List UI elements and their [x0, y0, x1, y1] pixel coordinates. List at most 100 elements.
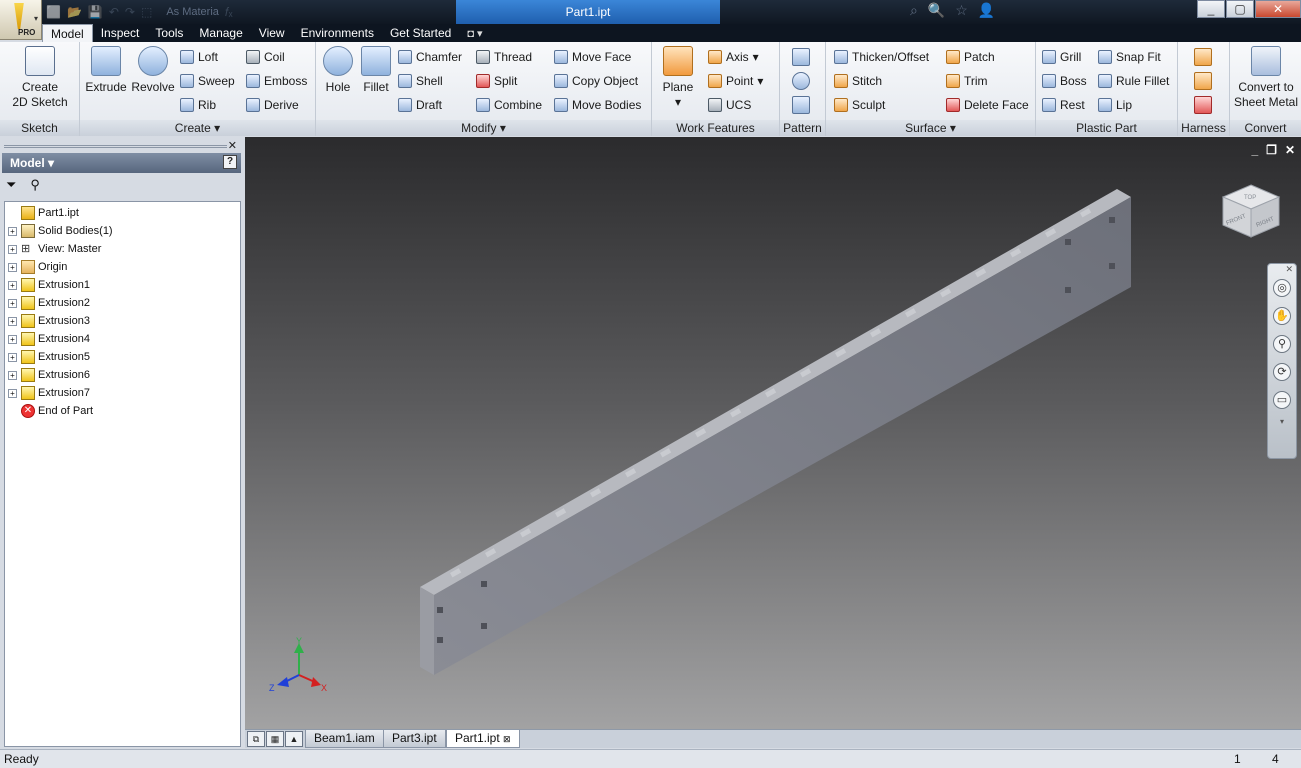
- boss-button[interactable]: Boss: [1042, 71, 1087, 91]
- copy-object-button[interactable]: Copy Object: [554, 71, 638, 91]
- search-icon[interactable]: 🔍: [928, 2, 945, 19]
- undo-icon[interactable]: ↶: [109, 5, 119, 19]
- expand-icon[interactable]: +: [8, 388, 17, 398]
- thicken-offset-button[interactable]: Thicken/Offset: [834, 47, 929, 67]
- expand-icon[interactable]: +: [8, 262, 17, 272]
- extrude-button[interactable]: Extrude: [84, 46, 128, 95]
- navbar-close-icon[interactable]: ✕: [1268, 264, 1296, 275]
- panel-label-modify[interactable]: Modify ▾: [316, 120, 651, 136]
- doc-tab-part1[interactable]: Part1.ipt ⊠: [446, 730, 520, 748]
- create-2d-sketch-button[interactable]: Create 2D Sketch: [8, 46, 72, 110]
- binoculars-icon[interactable]: ⌕: [910, 2, 918, 19]
- pan-icon[interactable]: ✋: [1273, 307, 1291, 325]
- tree-node-extrusion3[interactable]: + Extrusion3: [5, 312, 240, 330]
- patch-button[interactable]: Patch: [946, 47, 995, 67]
- browser-close-icon[interactable]: ✕: [228, 139, 237, 152]
- tree-node-extrusion6[interactable]: + Extrusion6: [5, 366, 240, 384]
- tab-get-started[interactable]: Get Started: [382, 24, 459, 42]
- split-button[interactable]: Split: [476, 71, 517, 91]
- tree-node-origin[interactable]: + Origin: [5, 258, 240, 276]
- browser-grip[interactable]: [4, 145, 227, 148]
- expand-icon[interactable]: +: [8, 280, 17, 290]
- tile-windows-icon[interactable]: ▦: [266, 731, 284, 747]
- coil-button[interactable]: Coil: [246, 47, 285, 67]
- fx-icon[interactable]: 𝑓ₓ: [225, 5, 233, 20]
- tab-manage[interactable]: Manage: [191, 24, 250, 42]
- derive-button[interactable]: Derive: [246, 95, 299, 115]
- snap-fit-button[interactable]: Snap Fit: [1098, 47, 1161, 67]
- ribbon-toggle-icon[interactable]: ◘ ▾: [467, 27, 482, 40]
- save-icon[interactable]: 💾: [88, 5, 103, 19]
- tree-node-view-master[interactable]: + ⊞ View: Master: [5, 240, 240, 258]
- tree-node-extrusion1[interactable]: + Extrusion1: [5, 276, 240, 294]
- shell-button[interactable]: Shell: [398, 71, 443, 91]
- beam-part[interactable]: [420, 189, 1131, 675]
- tree-node-end-of-part[interactable]: ✕ End of Part: [5, 402, 240, 420]
- sweep-button[interactable]: Sweep: [180, 71, 235, 91]
- revolve-button[interactable]: Revolve: [130, 46, 176, 95]
- tree-node-extrusion5[interactable]: + Extrusion5: [5, 348, 240, 366]
- expand-icon[interactable]: +: [8, 316, 17, 326]
- plane-button[interactable]: Plane ▾: [658, 46, 698, 110]
- grill-button[interactable]: Grill: [1042, 47, 1081, 67]
- tab-environments[interactable]: Environments: [293, 24, 382, 42]
- application-menu-button[interactable]: PRO ▾: [0, 0, 42, 40]
- open-icon[interactable]: 📂: [67, 5, 82, 19]
- axis-button[interactable]: Axis ▾: [708, 47, 759, 67]
- fillet-button[interactable]: Fillet: [358, 46, 394, 95]
- new-icon[interactable]: ⬜: [46, 5, 61, 19]
- harness-button-3[interactable]: [1194, 95, 1212, 115]
- tree-node-solid-bodies[interactable]: + Solid Bodies(1): [5, 222, 240, 240]
- tab-tools[interactable]: Tools: [147, 24, 191, 42]
- tree-node-extrusion2[interactable]: + Extrusion2: [5, 294, 240, 312]
- convert-to-sheet-metal-button[interactable]: Convert to Sheet Metal: [1232, 46, 1300, 110]
- tree-node-extrusion7[interactable]: + Extrusion7: [5, 384, 240, 402]
- doc-tab-beam1[interactable]: Beam1.iam: [305, 730, 384, 748]
- graphics-window[interactable]: _ ❐ ✕ TOP FRONT RIGHT ✕ ◎ ✋ ⚲ ⟳ ▭ ▾ Y X …: [245, 137, 1301, 729]
- tree-node-part[interactable]: Part1.ipt: [5, 204, 240, 222]
- rest-button[interactable]: Rest: [1042, 95, 1085, 115]
- tab-close-icon[interactable]: ⊠: [503, 734, 511, 744]
- rib-button[interactable]: Rib: [180, 95, 216, 115]
- emboss-button[interactable]: Emboss: [246, 71, 307, 91]
- harness-button-2[interactable]: [1194, 71, 1212, 91]
- tree-node-extrusion4[interactable]: + Extrusion4: [5, 330, 240, 348]
- steering-wheel-icon[interactable]: ◎: [1273, 279, 1291, 297]
- combine-button[interactable]: Combine: [476, 95, 542, 115]
- material-dropdown[interactable]: As Materia: [166, 6, 219, 18]
- tab-model[interactable]: Model: [42, 24, 93, 42]
- expand-icon[interactable]: +: [8, 226, 17, 236]
- filter-icon[interactable]: ⏷: [6, 177, 16, 193]
- move-face-button[interactable]: Move Face: [554, 47, 631, 67]
- scroll-up-icon[interactable]: ▲: [285, 731, 303, 747]
- expand-icon[interactable]: +: [8, 244, 17, 254]
- doc-tab-part3[interactable]: Part3.ipt: [383, 730, 446, 748]
- move-bodies-button[interactable]: Move Bodies: [554, 95, 641, 115]
- orbit-icon[interactable]: ⟳: [1273, 363, 1291, 381]
- expand-icon[interactable]: +: [8, 298, 17, 308]
- maximize-button[interactable]: ▢: [1226, 0, 1254, 18]
- find-icon[interactable]: ⚲: [30, 177, 40, 193]
- help-icon[interactable]: ?: [223, 155, 237, 169]
- close-button[interactable]: ✕: [1255, 0, 1301, 18]
- browser-header[interactable]: Model ▾ ?: [2, 153, 241, 173]
- ucs-button[interactable]: UCS: [708, 95, 751, 115]
- expand-icon[interactable]: +: [8, 334, 17, 344]
- panel-label-create[interactable]: Create ▾: [80, 120, 315, 136]
- rule-fillet-button[interactable]: Rule Fillet: [1098, 71, 1169, 91]
- tab-view[interactable]: View: [251, 24, 293, 42]
- viewcube[interactable]: TOP FRONT RIGHT: [1221, 183, 1281, 239]
- harness-button-1[interactable]: [1194, 47, 1212, 67]
- select-icon[interactable]: ⬚: [141, 5, 152, 19]
- cascade-windows-icon[interactable]: ⧉: [247, 731, 265, 747]
- rectangular-pattern-button[interactable]: [792, 47, 810, 67]
- user-icon[interactable]: 👤: [978, 2, 995, 19]
- star-icon[interactable]: ☆: [955, 2, 968, 19]
- stitch-button[interactable]: Stitch: [834, 71, 882, 91]
- mirror-button[interactable]: [792, 95, 810, 115]
- sculpt-button[interactable]: Sculpt: [834, 95, 885, 115]
- delete-face-button[interactable]: Delete Face: [946, 95, 1029, 115]
- look-at-icon[interactable]: ▭: [1273, 391, 1291, 409]
- draft-button[interactable]: Draft: [398, 95, 442, 115]
- zoom-icon[interactable]: ⚲: [1273, 335, 1291, 353]
